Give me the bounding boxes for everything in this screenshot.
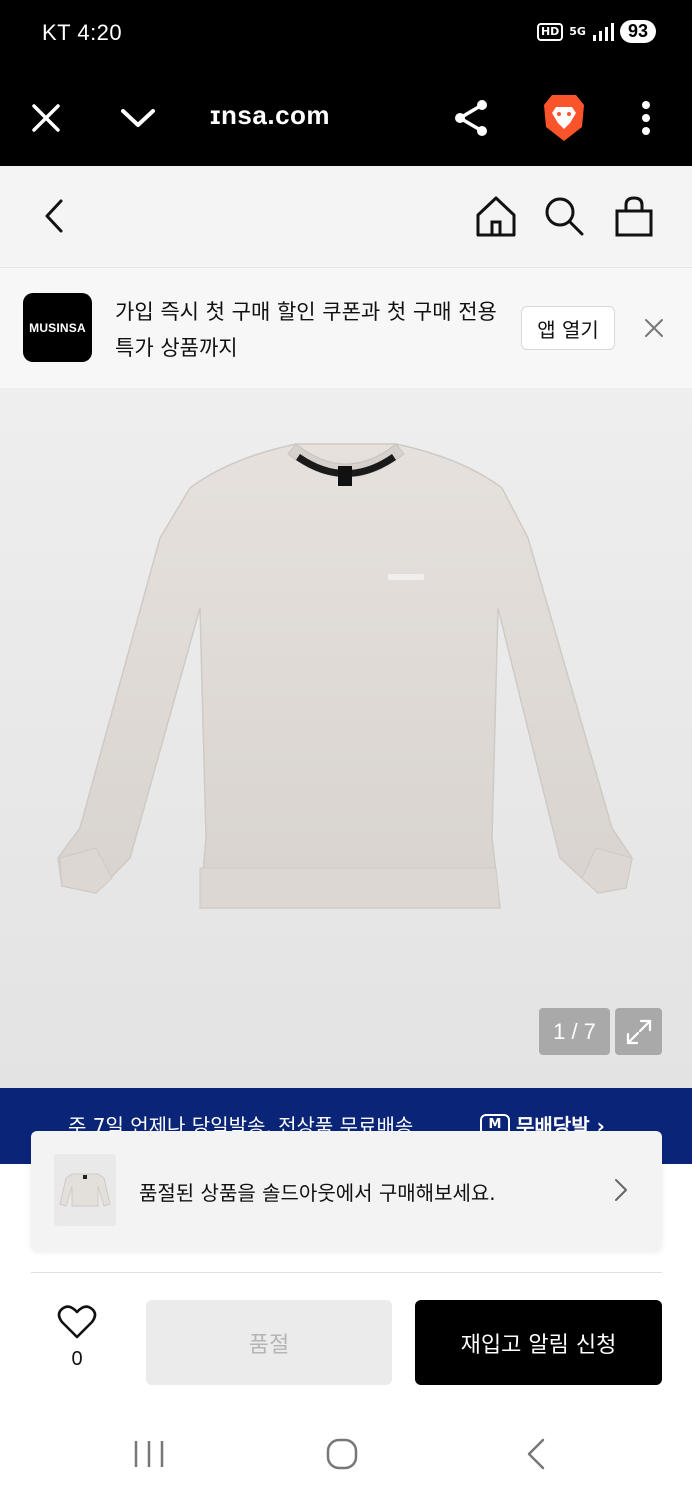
- chevron-down-icon[interactable]: [110, 90, 166, 146]
- system-nav-bar: [0, 1410, 692, 1500]
- browser-toolbar: ɪnsa.com: [0, 70, 692, 166]
- app-install-banner: MUSINSA 가입 즉시 첫 구매 할인 쿠폰과 첫 구매 전용 특가 상품까…: [0, 268, 692, 388]
- bag-icon[interactable]: [606, 188, 662, 244]
- soldout-button[interactable]: 품절: [146, 1300, 392, 1385]
- like-count: 0: [71, 1348, 83, 1370]
- status-bar: KT 4:20 HD 5G 93: [0, 0, 692, 70]
- divider: [31, 1272, 662, 1273]
- more-vert-icon[interactable]: [618, 90, 674, 146]
- carrier-time: KT 4:20: [42, 20, 123, 45]
- back-icon[interactable]: [26, 188, 82, 244]
- like-button[interactable]: 0: [54, 1304, 100, 1371]
- expand-icon[interactable]: [615, 1008, 662, 1055]
- network-5g-icon: 5G: [569, 25, 586, 38]
- product-image-carousel[interactable]: 1 / 7: [0, 388, 692, 1088]
- url-text[interactable]: ɪnsa.com: [210, 100, 330, 131]
- restock-alert-button[interactable]: 재입고 알림 신청: [415, 1300, 662, 1385]
- recent-apps-icon[interactable]: [121, 1430, 177, 1478]
- close-icon[interactable]: [18, 90, 74, 146]
- share-icon[interactable]: [444, 90, 500, 146]
- soldout-card-text: 품절된 상품을 솔드아웃에서 구매해보세요.: [139, 1181, 496, 1205]
- back-nav-icon[interactable]: [508, 1430, 564, 1478]
- open-app-button[interactable]: 앱 열기: [521, 306, 615, 350]
- brave-lion-icon[interactable]: [536, 90, 592, 146]
- home-icon[interactable]: [468, 188, 524, 244]
- battery-indicator: 93: [619, 20, 656, 43]
- soldout-marketplace-card[interactable]: 품절된 상품을 솔드아웃에서 구매해보세요.: [31, 1131, 662, 1250]
- home-nav-icon[interactable]: [314, 1430, 370, 1478]
- search-icon[interactable]: [536, 188, 592, 244]
- banner-message: 가입 즉시 첫 구매 할인 쿠폰과 첫 구매 전용 특가 상품까지: [115, 300, 497, 360]
- musinsa-logo: MUSINSA: [23, 293, 92, 362]
- chevron-right-icon: [613, 1177, 629, 1207]
- signal-icon: [592, 22, 614, 41]
- system-indicators: HD 5G 93: [536, 20, 656, 43]
- close-banner-icon[interactable]: [638, 312, 670, 344]
- site-header: [0, 166, 692, 268]
- hd-voice-icon: HD: [536, 22, 564, 41]
- heart-icon: [57, 1305, 97, 1339]
- sweatshirt-image: [57, 443, 633, 909]
- image-counter: 1 / 7: [539, 1008, 610, 1055]
- product-thumbnail: [54, 1154, 116, 1226]
